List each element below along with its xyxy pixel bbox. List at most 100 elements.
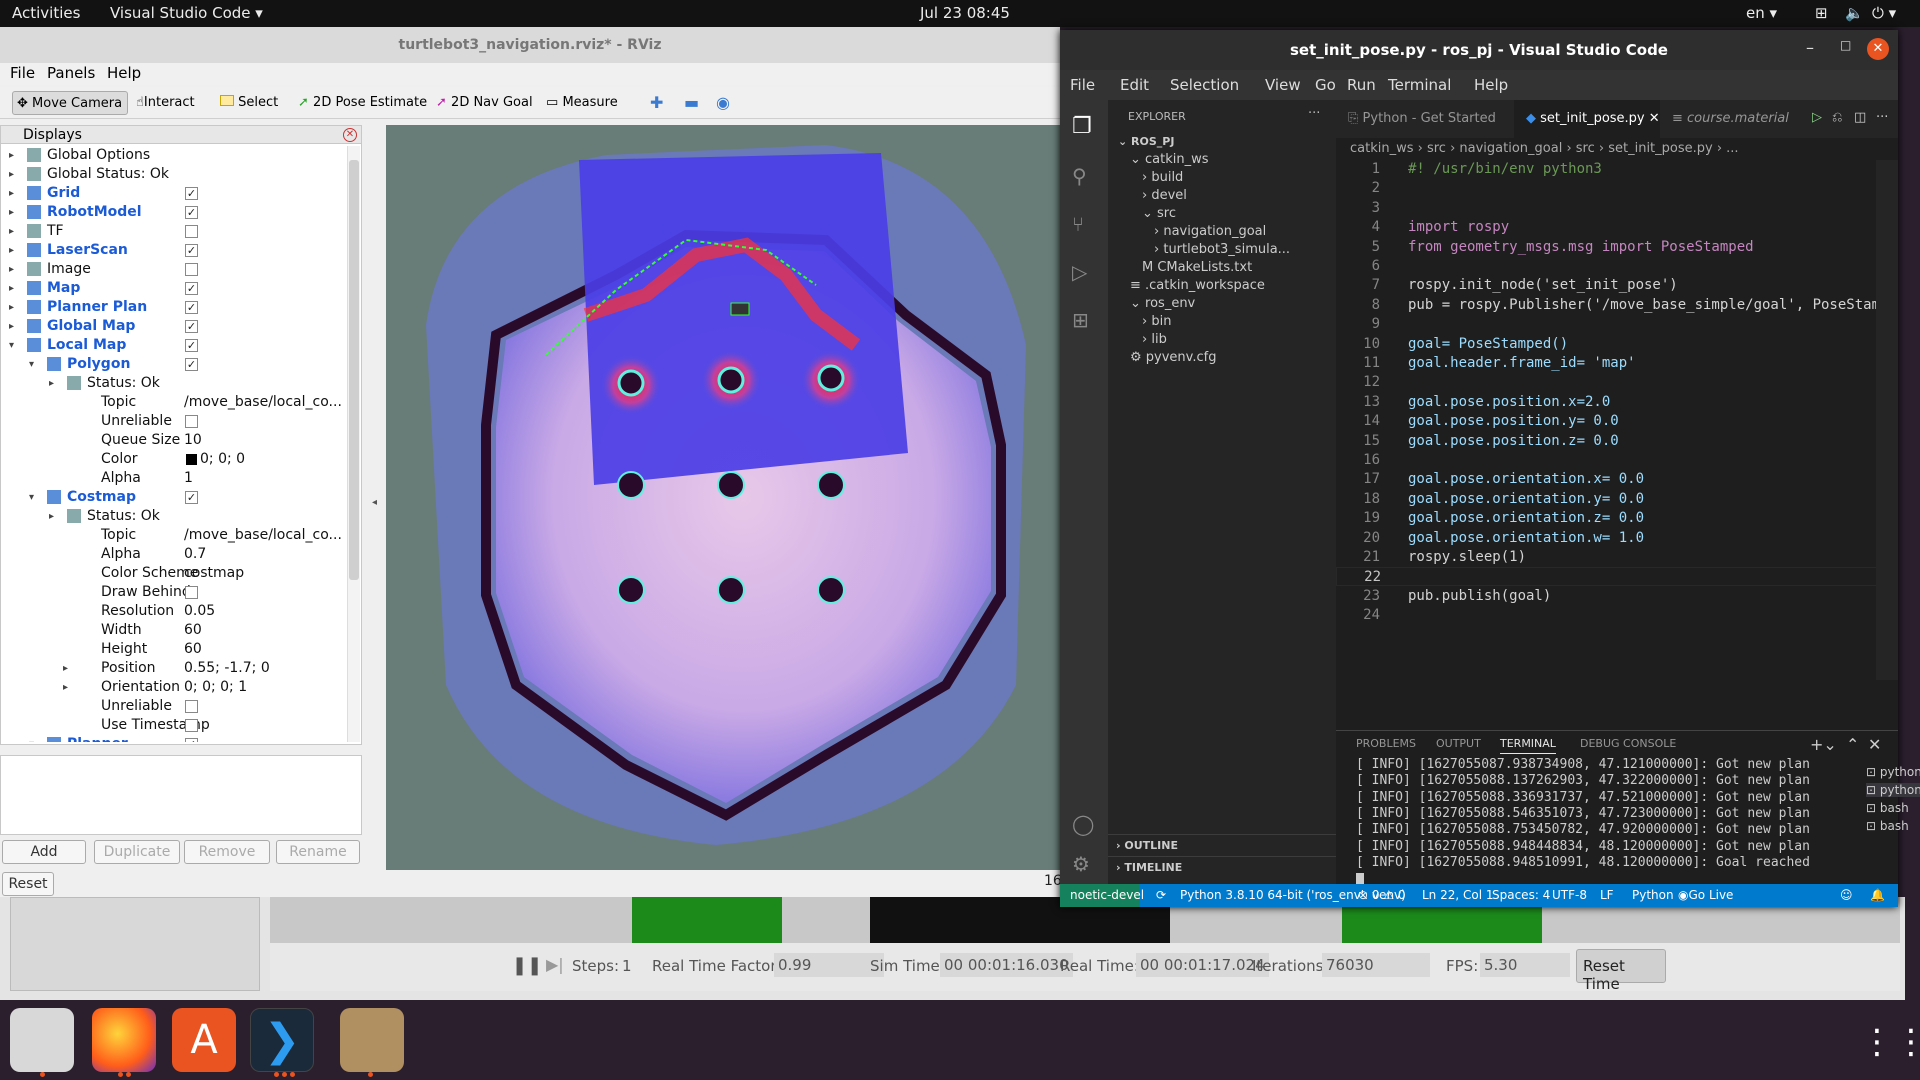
tree-item[interactable]: › navigation_goal [1154, 222, 1266, 242]
add-button[interactable]: Add [2, 840, 86, 864]
enable-checkbox[interactable] [185, 700, 198, 713]
code-line[interactable]: 5 from geometry_msgs.msg import PoseStamp… [1336, 238, 1876, 257]
enable-checkbox[interactable] [185, 415, 198, 428]
display-row[interactable]: ▸ TF [1, 222, 347, 241]
rviz-menu-help[interactable]: Help [107, 64, 141, 82]
collapse-handle[interactable]: ◂ [372, 497, 377, 508]
property-value[interactable]: 10 [184, 431, 344, 450]
cursor-position[interactable]: Ln 22, Col 1 [1422, 884, 1494, 907]
enable-checkbox[interactable]: ✓ [185, 320, 198, 333]
run-icon[interactable]: ▷ [1812, 110, 1822, 125]
display-row[interactable]: ▸ LaserScan ✓ [1, 241, 347, 260]
terminal-instance[interactable]: ⊡ bash [1866, 801, 1909, 815]
tree-item[interactable]: M CMakeLists.txt [1142, 258, 1252, 278]
code-line[interactable]: 4 import rospy [1336, 218, 1876, 237]
tree-item[interactable]: ≡ .catkin_workspace [1130, 276, 1265, 296]
display-row[interactable]: Alpha 1 [1, 469, 347, 488]
enable-checkbox[interactable] [185, 719, 198, 732]
terminal-instance[interactable]: ⊡ python3 [1866, 765, 1920, 779]
expand-arrow-icon[interactable]: ▸ [49, 507, 54, 526]
expand-arrow-icon[interactable]: ▾ [29, 488, 34, 507]
display-row[interactable]: ▸ Image [1, 260, 347, 279]
remote-indicator[interactable]: noetic-devel [1060, 884, 1144, 907]
rviz-3d-viewport[interactable] [386, 125, 1062, 870]
close-tab-icon[interactable]: ✕ [1649, 111, 1660, 126]
property-value[interactable]: 60 [184, 621, 344, 640]
plus-icon[interactable]: ✚ [646, 91, 667, 115]
code-line[interactable]: 16 [1336, 451, 1876, 470]
timeline-section[interactable]: › TIMELINE [1108, 856, 1336, 878]
display-row[interactable]: ▾ Planner ✓ [1, 735, 347, 742]
tree-item[interactable]: › devel [1142, 186, 1187, 206]
tree-item[interactable]: › build [1142, 168, 1183, 188]
code-line[interactable]: 7 rospy.init_node('set_init_pose') [1336, 276, 1876, 295]
select-tool[interactable]: Select [216, 91, 282, 115]
code-line[interactable]: 9 [1336, 315, 1876, 334]
display-row[interactable]: ▸ Global Status: Ok [1, 165, 347, 184]
move-camera-tool[interactable]: ✥ Move Camera [12, 91, 128, 115]
clock[interactable]: Jul 23 08:45 [920, 4, 1010, 22]
code-line[interactable]: 10 goal= PoseStamped() [1336, 335, 1876, 354]
expand-arrow-icon[interactable]: ▸ [9, 203, 14, 222]
pose-estimate-tool[interactable]: ➚ 2D Pose Estimate [294, 91, 431, 115]
enable-checkbox[interactable]: ✓ [185, 301, 198, 314]
files-icon[interactable]: ❐ [1072, 114, 1092, 139]
enable-checkbox[interactable]: ✓ [185, 206, 198, 219]
tree-item[interactable]: ⌄ src [1142, 204, 1176, 224]
tab-course-material[interactable]: ≡ course.material [1660, 100, 1800, 138]
display-row[interactable]: Queue Size 10 [1, 431, 347, 450]
display-row[interactable]: ▸ Grid ✓ [1, 184, 347, 203]
tree-item[interactable]: › lib [1142, 330, 1167, 350]
code-line[interactable]: 2 [1336, 179, 1876, 198]
expand-arrow-icon[interactable]: ▸ [9, 222, 14, 241]
display-row[interactable]: ▾ Local Map ✓ [1, 336, 347, 355]
enable-checkbox[interactable] [185, 263, 198, 276]
display-row[interactable]: ▸ Global Options [1, 146, 347, 165]
expand-arrow-icon[interactable]: ▸ [9, 260, 14, 279]
property-value[interactable]: 0; 0; 0 [184, 450, 344, 469]
display-row[interactable]: ▸ Map ✓ [1, 279, 347, 298]
minus-icon[interactable]: ▬ [680, 91, 703, 115]
reset-time-button[interactable]: Reset Time [1576, 949, 1666, 993]
tree-item[interactable]: ⌄ ros_env [1130, 294, 1195, 314]
display-row[interactable]: Unreliable [1, 697, 347, 716]
enable-checkbox[interactable]: ✓ [185, 244, 198, 257]
menu-edit[interactable]: Edit [1120, 76, 1149, 94]
code-line[interactable]: 14 goal.pose.position.y= 0.0 [1336, 412, 1876, 431]
property-value[interactable]: 0; 0; 0; 1 [184, 678, 344, 697]
files-app-icon[interactable] [10, 1008, 74, 1072]
code-line[interactable]: 11 goal.header.frame_id= 'map' [1336, 354, 1876, 373]
display-row[interactable]: Color 0; 0; 0 [1, 450, 347, 469]
enable-checkbox[interactable]: ✓ [185, 339, 198, 352]
tab-debug-console[interactable]: DEBUG CONSOLE [1580, 737, 1676, 750]
property-value[interactable]: /move_base/local_co... [184, 393, 344, 412]
language-mode[interactable]: Python [1632, 884, 1674, 907]
expand-arrow-icon[interactable]: ▸ [9, 241, 14, 260]
reset-button[interactable]: Reset [2, 872, 54, 896]
feedback-icon[interactable]: ☺ [1840, 884, 1853, 907]
terminal-instance[interactable]: ⊡ python3 [1866, 783, 1920, 797]
chevron-up-icon[interactable]: ⌃ [1846, 735, 1859, 754]
display-row[interactable]: Use Timestamp [1, 716, 347, 735]
menu-help[interactable]: Help [1474, 76, 1508, 94]
bell-icon[interactable]: 🔔 [1870, 884, 1885, 907]
rviz-menu-file[interactable]: File [10, 64, 35, 82]
more-actions-icon[interactable]: ··· [1876, 110, 1888, 125]
display-row[interactable]: Width 60 [1, 621, 347, 640]
property-value[interactable]: costmap [184, 564, 344, 583]
maximize-icon[interactable]: □ [1840, 38, 1851, 52]
close-icon[interactable]: ✕ [343, 128, 357, 142]
enable-checkbox[interactable]: ✓ [185, 187, 198, 200]
display-row[interactable]: ▾ Polygon ✓ [1, 355, 347, 374]
code-line[interactable]: 20 goal.pose.orientation.w= 1.0 [1336, 529, 1876, 548]
interact-tool[interactable]: ☝Interact [132, 91, 199, 115]
new-terminal-icon[interactable]: +⌄ [1810, 735, 1837, 754]
display-row[interactable]: Unreliable [1, 412, 347, 431]
remove-button[interactable]: Remove [184, 840, 270, 864]
problems-count[interactable]: ⊗ 0 ⚠ 0 [1358, 884, 1406, 907]
enable-checkbox[interactable] [185, 225, 198, 238]
encoding[interactable]: UTF-8 [1552, 884, 1587, 907]
tab-python-get-started[interactable]: ⎘ Python - Get Started [1336, 100, 1514, 138]
display-row[interactable]: ▾ Costmap ✓ [1, 488, 347, 507]
power-icon[interactable]: ⏻ ▾ [1872, 4, 1896, 22]
